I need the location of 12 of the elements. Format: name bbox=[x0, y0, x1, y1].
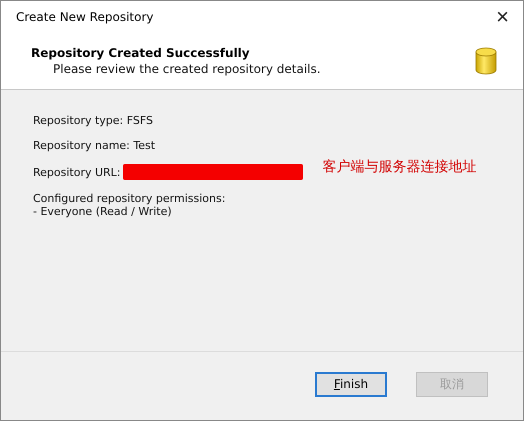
detail-text: Repository type: FSFS bbox=[33, 114, 154, 127]
header-title: Repository Created Successfully bbox=[31, 46, 251, 60]
detail-text: Repository name: Test bbox=[33, 139, 156, 152]
database-icon bbox=[475, 47, 497, 75]
permission-text: - Everyone (Read / Write) bbox=[33, 205, 173, 218]
window-title: Create New Repository bbox=[16, 10, 154, 24]
annotation-text: 客户端与服务器连接地址 bbox=[322, 158, 477, 176]
finish-button[interactable]: Finish bbox=[315, 372, 387, 396]
close-button[interactable]: × bbox=[490, 5, 515, 29]
detail-text: Repository URL: bbox=[33, 166, 121, 178]
header-subtitle: Please review the created repository details. bbox=[52, 62, 321, 76]
detail-text: Configured repository permissions: bbox=[33, 192, 226, 205]
